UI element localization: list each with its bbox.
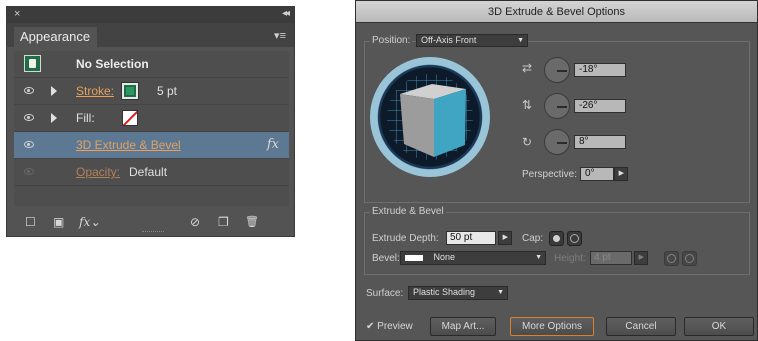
cap-label: Cap: — [520, 233, 546, 244]
object-row[interactable]: No Selection — [14, 51, 289, 78]
extrude-bevel-dialog: 3D Extrude & Bevel Options Position: Off… — [355, 0, 758, 341]
surface-dropdown[interactable]: Plastic Shading ▼ — [408, 286, 508, 300]
fx-icon: fx — [266, 137, 279, 152]
z-rotation-dial[interactable] — [544, 129, 570, 155]
z-rotation-input[interactable]: 8° — [574, 135, 626, 149]
height-label: Height: — [552, 253, 588, 264]
opacity-value: Default — [129, 165, 168, 179]
chevron-down-icon: ▼ — [517, 37, 524, 44]
surface-label: Surface: — [364, 288, 406, 299]
dialog-title: 3D Extrude & Bevel Options — [356, 1, 757, 23]
chevron-right-icon: ▶ — [618, 170, 624, 177]
position-label: Position: — [370, 35, 413, 46]
expand-triangle-icon[interactable] — [51, 113, 57, 123]
appearance-panel: × ◂◂ Appearance ▾≡ No Selection Stroke: … — [6, 6, 295, 237]
collapse-icon[interactable]: ◂◂ — [282, 8, 290, 19]
bevel-value: None — [433, 252, 456, 262]
z-axis-rotate-icon: ↻ — [522, 135, 533, 149]
extrude-depth-label: Extrude Depth: — [370, 233, 441, 244]
perspective-input[interactable]: 0° — [580, 167, 614, 181]
visibility-eye-icon[interactable] — [24, 87, 34, 94]
effect-link-3d-extrude[interactable]: 3D Extrude & Bevel — [76, 138, 181, 152]
tab-appearance[interactable]: Appearance — [14, 27, 97, 47]
visibility-eye-icon[interactable] — [24, 114, 34, 121]
cap-off-button[interactable] — [567, 231, 582, 246]
opacity-link[interactable]: Opacity: — [76, 165, 120, 179]
object-thumbnail-icon — [24, 55, 41, 72]
visibility-eye-icon[interactable] — [24, 168, 34, 175]
ok-button[interactable]: OK — [684, 317, 754, 336]
panel-footer: ☐ ▣ fx⌄ ⊘ ❐ 🗑 — [7, 207, 294, 237]
perspective-dropdown[interactable]: ▶ — [614, 167, 628, 181]
preview-checkbox[interactable]: ✔ Preview — [366, 321, 413, 332]
fill-label: Fill: — [76, 111, 95, 125]
duplicate-item-icon[interactable]: ❐ — [218, 215, 229, 229]
chevron-down-icon: ▼ — [497, 289, 504, 296]
cap-on-button[interactable] — [549, 231, 564, 246]
extrude-bevel-label: Extrude & Bevel — [370, 206, 446, 217]
surface-value: Plastic Shading — [413, 287, 476, 297]
add-effect-fx-icon[interactable]: fx⌄ — [79, 215, 100, 229]
chevron-right-icon: ▶ — [638, 254, 644, 261]
add-new-fill-icon[interactable]: ▣ — [53, 215, 64, 229]
panel-title-bar: × ◂◂ — [7, 7, 294, 23]
fill-none-swatch[interactable] — [122, 110, 138, 126]
fx-caret-icon: ⌄ — [90, 215, 101, 229]
panel-tab-bar: Appearance ▾≡ — [7, 23, 294, 47]
bevel-out-button[interactable] — [664, 251, 679, 266]
perspective-label: Perspective: — [520, 169, 580, 180]
visibility-eye-icon[interactable] — [24, 141, 34, 148]
height-stepper[interactable]: ▶ — [634, 251, 648, 265]
object-label: No Selection — [76, 57, 149, 71]
cancel-button[interactable]: Cancel — [606, 317, 676, 336]
extrude-depth-stepper[interactable]: ▶ — [498, 231, 512, 245]
stroke-link[interactable]: Stroke: — [76, 84, 114, 98]
y-rotation-dial[interactable] — [544, 93, 570, 119]
stroke-weight[interactable]: 5 pt — [157, 84, 177, 98]
more-options-button[interactable]: More Options — [510, 317, 594, 336]
position-value: Off-Axis Front — [421, 35, 477, 45]
cube-side-face — [400, 94, 434, 157]
resize-grip[interactable] — [142, 231, 164, 233]
bevel-label: Bevel: — [370, 253, 402, 264]
appearance-list: No Selection Stroke: 5 pt Fill: 3D Extru… — [14, 51, 289, 206]
bevel-dropdown[interactable]: None ▼ — [400, 251, 546, 265]
bevel-in-button[interactable] — [682, 251, 697, 266]
chevron-right-icon: ▶ — [502, 234, 508, 241]
preview-label: Preview — [377, 321, 413, 332]
add-new-stroke-icon[interactable]: ☐ — [25, 215, 36, 229]
clear-appearance-icon[interactable]: ⊘ — [190, 215, 200, 229]
close-icon[interactable]: × — [14, 8, 20, 20]
expand-triangle-icon[interactable] — [51, 86, 57, 96]
bevel-shape-icon — [405, 254, 423, 261]
y-axis-rotate-icon: ⇅ — [522, 98, 533, 112]
map-art-button[interactable]: Map Art... — [430, 317, 496, 336]
x-axis-rotate-icon: ⇄ — [522, 61, 533, 75]
x-rotation-input[interactable]: -18° — [574, 63, 626, 77]
panel-menu-icon[interactable]: ▾≡ — [274, 29, 286, 42]
height-input[interactable]: 4 pt — [590, 251, 632, 265]
cube-preview-icon[interactable] — [370, 57, 490, 177]
chevron-down-icon: ▼ — [535, 254, 542, 261]
opacity-row[interactable]: Opacity: Default — [14, 159, 289, 186]
rotation-trackball[interactable] — [370, 57, 490, 177]
extrude-depth-input[interactable]: 50 pt — [446, 231, 496, 245]
fx-label: fx — [79, 215, 91, 229]
x-rotation-dial[interactable] — [544, 57, 570, 83]
check-icon: ✔ — [366, 321, 375, 332]
stroke-row[interactable]: Stroke: 5 pt — [14, 78, 289, 105]
effect-row-3d-extrude[interactable]: 3D Extrude & Bevel fx — [14, 132, 289, 159]
trash-icon[interactable]: 🗑 — [245, 215, 259, 228]
position-dropdown[interactable]: Off-Axis Front ▼ — [416, 34, 528, 47]
y-rotation-input[interactable]: -26° — [574, 99, 626, 113]
stroke-swatch[interactable] — [121, 82, 139, 100]
fill-row[interactable]: Fill: — [14, 105, 289, 132]
cube-front-face — [434, 89, 466, 157]
